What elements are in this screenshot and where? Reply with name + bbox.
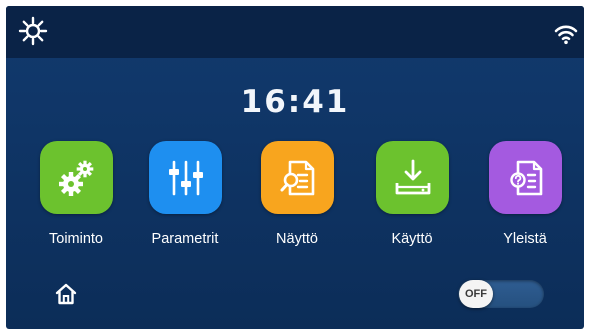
document-search-icon <box>280 160 314 195</box>
toiminto-label[interactable]: Toiminto <box>21 231 131 247</box>
toggle-state-label: OFF <box>465 288 487 300</box>
download-icon <box>395 159 430 194</box>
yleista-button[interactable] <box>489 141 562 214</box>
document-question-icon <box>509 160 542 195</box>
home-icon[interactable] <box>54 282 78 306</box>
top-bar <box>6 6 584 58</box>
toiminto-button[interactable] <box>40 141 113 214</box>
naytto-button[interactable] <box>261 141 334 214</box>
gears-icon <box>58 160 93 196</box>
parametrit-label[interactable]: Parametrit <box>130 231 240 247</box>
kaytto-button[interactable] <box>376 141 449 214</box>
device-screen: 16:41 Toiminto Parametrit Näyttö Käyttö … <box>6 6 584 329</box>
yleista-label[interactable]: Yleistä <box>470 231 580 247</box>
sun-icon[interactable] <box>18 16 48 46</box>
parametrit-button[interactable] <box>149 141 222 214</box>
kaytto-label[interactable]: Käyttö <box>357 231 467 247</box>
clock-display: 16:41 <box>240 84 350 120</box>
sliders-icon <box>168 160 203 195</box>
power-toggle[interactable]: OFF <box>458 280 544 308</box>
naytto-label[interactable]: Näyttö <box>242 231 352 247</box>
toggle-knob[interactable]: OFF <box>459 280 493 308</box>
wifi-icon <box>554 25 578 45</box>
